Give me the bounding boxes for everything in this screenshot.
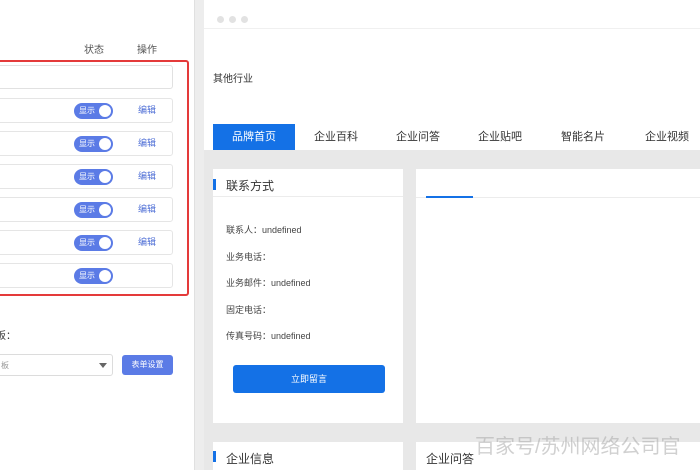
nav-tab[interactable]: 企业贴吧 — [459, 124, 541, 150]
nav-tab[interactable]: 智能名片 — [541, 124, 625, 150]
nav-tabs: 品牌首页 企业百科 企业问答 企业贴吧 智能名片 企业视频 — [213, 124, 700, 150]
nav-tab[interactable]: 品牌首页 — [213, 124, 295, 150]
form-settings-button[interactable]: 表单设置 — [122, 355, 173, 375]
panel-divider — [194, 0, 204, 470]
window-dot-icon — [229, 16, 236, 23]
header-divider — [204, 28, 700, 29]
card-divider — [213, 196, 403, 197]
company-qa-card: 企业问答 — [416, 442, 700, 470]
window-controls — [217, 10, 253, 28]
template-select-value: 板 — [1, 361, 9, 370]
column-header-status: 状态 — [84, 45, 104, 56]
window-dot-icon — [241, 16, 248, 23]
main-content-panel — [416, 169, 700, 423]
contact-card: 联系方式 联系人：undefined 业务电话： 业务邮件：undefined … — [213, 169, 403, 423]
window-dot-icon — [217, 16, 224, 23]
highlight-box — [0, 60, 189, 296]
fax-number: 传真号码：undefined — [226, 331, 311, 341]
section-accent-bar — [213, 179, 216, 190]
preview-panel: 其他行业 品牌首页 企业百科 企业问答 企业贴吧 智能名片 企业视频 联系方式 … — [204, 0, 700, 470]
business-phone: 业务电话： — [226, 252, 272, 262]
nav-tab[interactable]: 企业百科 — [295, 124, 377, 150]
business-email: 业务邮件：undefined — [226, 278, 311, 288]
contact-title: 联系方式 — [226, 179, 275, 193]
contact-person: 联系人：undefined — [226, 225, 302, 235]
form-settings-panel: 状态 操作 显示 编辑 显示 编辑 显示 编辑 显示 编辑 显示 编辑 显示 板… — [0, 0, 194, 470]
active-tab-indicator — [426, 196, 473, 198]
landline-phone: 固定电话： — [226, 305, 272, 315]
company-info-card: 企业信息 — [213, 442, 403, 470]
nav-tab[interactable]: 企业问答 — [377, 124, 459, 150]
section-accent-bar — [213, 451, 216, 462]
industry-label: 其他行业 — [213, 74, 253, 85]
template-label: 板： — [0, 331, 16, 342]
column-header-operations: 操作 — [137, 45, 157, 56]
template-select[interactable]: 板 — [0, 354, 113, 376]
caret-down-icon — [99, 363, 107, 368]
nav-tab[interactable]: 企业视频 — [625, 124, 700, 150]
leave-message-button[interactable]: 立即留言 — [233, 365, 385, 393]
company-qa-title: 企业问答 — [426, 452, 475, 466]
company-info-title: 企业信息 — [226, 452, 275, 466]
